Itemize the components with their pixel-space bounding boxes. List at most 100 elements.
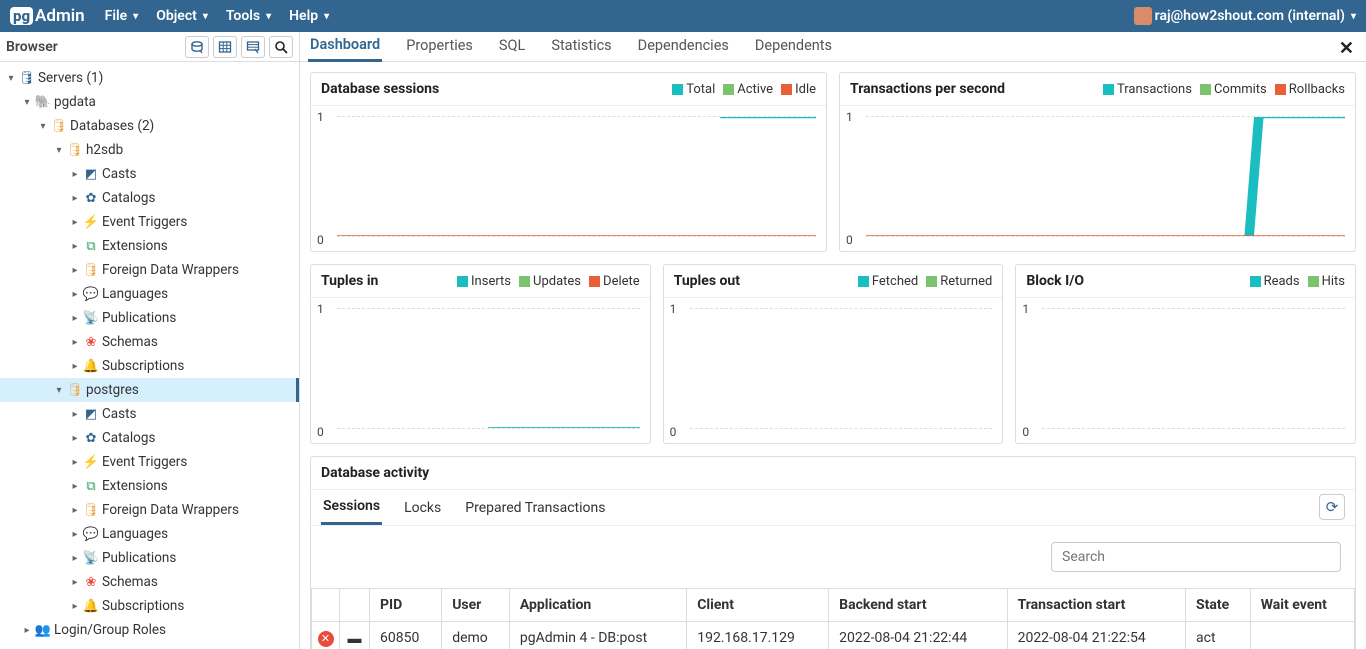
column-header[interactable] [340,589,370,622]
tree-node[interactable]: ▾🛢h2sdb [0,138,299,162]
activity-title: Database activity [311,457,1355,490]
node-icon: 👥 [34,623,52,638]
expand-icon[interactable]: ▸ [68,313,82,324]
cancel-icon[interactable]: ▬ [340,622,370,649]
tree-node[interactable]: ▸🔔Subscriptions [0,594,299,618]
node-label: Catalogs [102,190,155,206]
menu-object[interactable]: Object [156,8,208,24]
expand-icon[interactable]: ▸ [68,217,82,228]
tab-sql[interactable]: SQL [497,33,527,60]
filter-rows-button[interactable] [241,36,265,58]
legend-item: Transactions [1103,82,1192,97]
column-header[interactable]: Client [687,589,829,622]
expand-icon[interactable]: ▸ [68,505,82,516]
tree-node[interactable]: ▾🐘pgdata [0,90,299,114]
search-input[interactable] [1051,542,1341,572]
expand-icon[interactable]: ▾ [52,385,66,396]
tree-node[interactable]: ▸⚡Event Triggers [0,450,299,474]
content-tabs: Dashboard Properties SQL Statistics Dependen… [300,32,1366,62]
tree-node[interactable]: ▸💬Languages [0,522,299,546]
node-icon: 💬 [82,287,100,302]
expand-icon[interactable]: ▾ [4,73,18,84]
expand-icon[interactable]: ▸ [68,457,82,468]
main-menu: File Object Tools Help [105,8,329,24]
menu-file[interactable]: File [105,8,139,24]
node-icon: ◩ [82,407,100,422]
tab-properties[interactable]: Properties [404,33,475,60]
terminate-icon[interactable]: ✕ [318,631,334,647]
column-header[interactable] [312,589,340,622]
tab-dependencies[interactable]: Dependencies [636,33,731,60]
subtab-locks[interactable]: Locks [402,492,443,524]
expand-icon[interactable]: ▸ [68,481,82,492]
tree-node[interactable]: ▸◩Casts [0,162,299,186]
expand-icon[interactable]: ▸ [68,553,82,564]
expand-icon[interactable]: ▸ [68,433,82,444]
tree-node[interactable]: ▸💬Languages [0,282,299,306]
node-label: h2sdb [86,142,123,158]
column-header[interactable]: Application [509,589,686,622]
expand-icon[interactable]: ▾ [36,121,50,132]
tree-node[interactable]: ▸❀Schemas [0,570,299,594]
tree-node[interactable]: ▸📡Publications [0,546,299,570]
expand-icon[interactable]: ▸ [68,529,82,540]
node-label: Login/Group Roles [54,622,166,638]
tree-node[interactable]: ▸⧉Extensions [0,234,299,258]
menu-help[interactable]: Help [289,8,329,24]
tree-node[interactable]: ▸🛢Foreign Data Wrappers [0,258,299,282]
tree-node[interactable]: ▾🛢Servers (1) [0,66,299,90]
node-icon: ⧉ [82,239,100,254]
tree-node[interactable]: ▾🛢postgres [0,378,299,402]
tab-dashboard[interactable]: Dashboard [308,32,382,62]
close-panel-icon[interactable]: ✕ [1339,38,1354,59]
column-header[interactable]: PID [370,589,442,622]
expand-icon[interactable]: ▸ [68,601,82,612]
tree-node[interactable]: ▸📡Publications [0,306,299,330]
column-header[interactable]: State [1186,589,1251,622]
expand-icon[interactable]: ▸ [68,193,82,204]
table-row[interactable]: ✕ ▬ 60850 demo pgAdmin 4 - DB:post 192.1… [312,622,1355,649]
tab-statistics[interactable]: Statistics [549,33,613,60]
refresh-button[interactable]: ⟳ [1319,494,1345,520]
tree-node[interactable]: ▸◩Casts [0,402,299,426]
expand-icon[interactable]: ▸ [68,337,82,348]
expand-icon[interactable]: ▸ [68,241,82,252]
expand-icon[interactable]: ▸ [68,289,82,300]
column-header[interactable]: Wait event [1250,589,1354,622]
card-title: Transactions per second [850,81,1005,97]
dashboard: Database sessionsTotalActiveIdle 10 Tran… [300,62,1366,649]
expand-icon[interactable]: ▾ [52,145,66,156]
query-tool-button[interactable] [185,36,209,58]
tree-node[interactable]: ▸✿Catalogs [0,186,299,210]
column-header[interactable]: Transaction start [1007,589,1185,622]
object-tree[interactable]: ▾🛢Servers (1)▾🐘pgdata▾🛢Databases (2)▾🛢h2… [0,62,299,649]
tree-node[interactable]: ▸⧉Extensions [0,474,299,498]
column-header[interactable]: Backend start [829,589,1007,622]
card-activity: Database activity Sessions Locks Prepared … [310,456,1356,649]
subtab-sessions[interactable]: Sessions [321,490,382,525]
node-icon: 🛢 [18,71,36,86]
menu-tools[interactable]: Tools [226,8,271,24]
expand-icon[interactable]: ▾ [20,97,34,108]
expand-icon[interactable]: ▸ [20,625,34,636]
logo[interactable]: pgAdmin [10,6,85,26]
search-objects-button[interactable] [269,36,293,58]
tab-dependents[interactable]: Dependents [753,33,834,60]
column-header[interactable]: User [442,589,510,622]
expand-icon[interactable]: ▸ [68,409,82,420]
tree-node[interactable]: ▸✿Catalogs [0,426,299,450]
tree-node[interactable]: ▸🛢Foreign Data Wrappers [0,498,299,522]
subtab-prepared-transactions[interactable]: Prepared Transactions [463,492,607,524]
expand-icon[interactable]: ▸ [68,577,82,588]
tree-node[interactable]: ▸⚡Event Triggers [0,210,299,234]
tree-node[interactable]: ▸👥Login/Group Roles [0,618,299,642]
expand-icon[interactable]: ▸ [68,361,82,372]
user-menu[interactable]: raj@how2shout.com (internal) [1134,7,1356,25]
tree-node[interactable]: ▸❀Schemas [0,330,299,354]
expand-icon[interactable]: ▸ [68,169,82,180]
expand-icon[interactable]: ▸ [68,265,82,276]
node-label: Languages [102,526,168,542]
view-data-button[interactable] [213,36,237,58]
tree-node[interactable]: ▾🛢Databases (2) [0,114,299,138]
tree-node[interactable]: ▸🔔Subscriptions [0,354,299,378]
